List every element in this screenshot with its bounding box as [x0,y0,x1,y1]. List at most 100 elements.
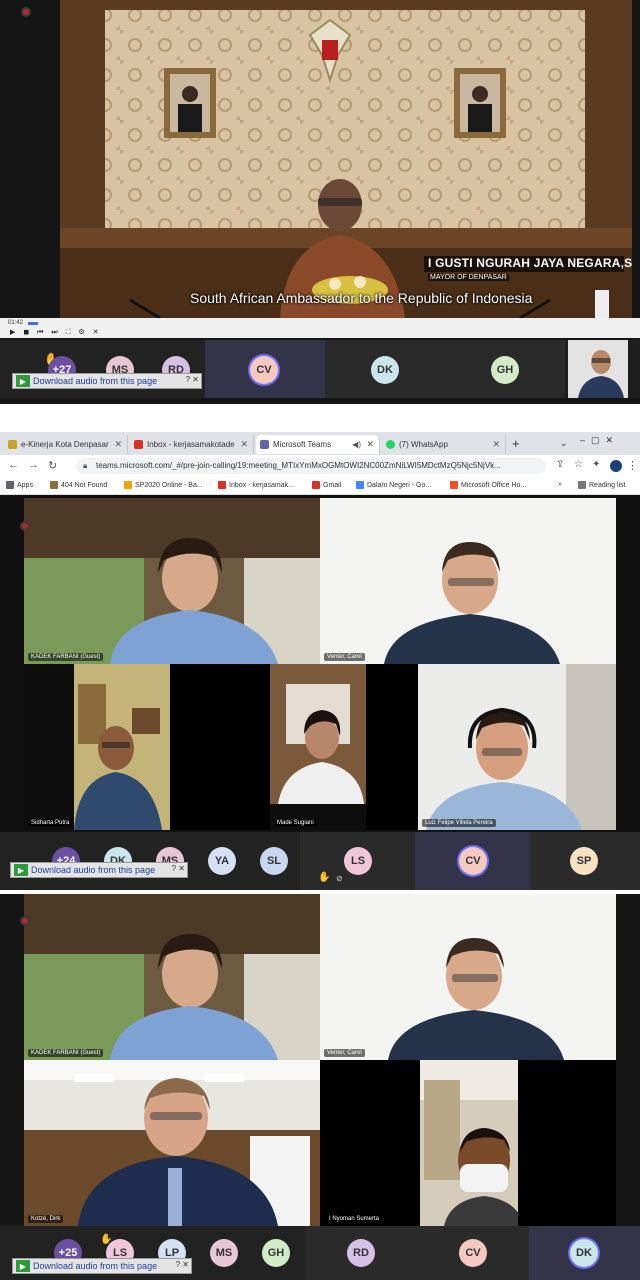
browser-tab[interactable]: e-Kinerja Kota Denpasar ✕ [4,435,128,454]
close-tab-icon[interactable]: ✕ [366,439,374,450]
bookmark-item[interactable]: Microsoft Office Ho... [450,481,526,489]
player-time: 01:42 [8,320,24,326]
whatsapp-icon [386,440,395,449]
recording-indicator-icon [20,916,30,926]
close-tab-icon[interactable]: ✕ [240,439,248,450]
browser-chrome: e-Kinerja Kota Denpasar ✕ Inbox - kerjas… [0,432,640,495]
presentation-video: I GUSTI NGURAH JAYA NEGARA,SE. MAYOR OF … [60,0,632,318]
participant-avatar[interactable]: YA [208,847,236,875]
profile-avatar[interactable] [610,460,622,472]
address-row: ← → ↻ 🔒︎ teams.microsoft.com/_#/pre-join… [0,455,640,477]
participant-cell: RD [305,1226,417,1280]
participant-cell: DK [325,340,445,398]
participant-cell: CV [415,832,530,890]
participant-avatar[interactable]: SL [260,847,288,875]
participant-bar: +24 DK MS YA SL LS ✋ ⊘ CV SP [0,832,640,890]
bookmark-item[interactable]: Gmail [312,481,341,489]
close-tab-icon[interactable]: ✕ [114,439,122,450]
close-tab-icon[interactable]: ✕ [492,439,500,450]
participant-group: ✋ +27 MS RD [0,340,205,398]
browser-tab[interactable]: Inbox - kerjasamakotade ✕ [130,435,254,454]
participant-name-tag: KADEK FARBANI (Guest) [28,653,104,661]
subtitle-caption: South African Ambassador to the Republic… [190,290,533,306]
video-tile[interactable]: KADEK FARBANI (Guest) [24,498,320,664]
video-tile[interactable]: Sidharta Putra [24,664,170,830]
bookmark-item[interactable]: 404 Not Found [50,481,107,489]
participant-name-tag: Made Sugiani [274,819,317,827]
participant-avatar[interactable]: SP [570,847,598,875]
help-close-icon[interactable]: ? ✕ [186,375,199,384]
participant-group: +24 DK MS YA SL [0,832,300,890]
tab-label: (7) WhatsApp [399,440,448,449]
help-close-icon[interactable]: ? ✕ [176,1260,189,1269]
participant-cell: CV [205,340,325,398]
participant-name-tag: Kotzé, Dirk [28,1215,64,1223]
address-bar[interactable]: 🔒︎ teams.microsoft.com/_#/pre-join-calli… [76,458,546,474]
back-icon[interactable]: ← [8,459,19,471]
participant-cell: CV [417,1226,529,1280]
participant-avatar[interactable]: CV [459,847,487,875]
browser-tab[interactable]: (7) WhatsApp ✕ [382,435,506,454]
lower-third-title: MAYOR OF DENPASAR [428,274,509,281]
more-bookmarks-icon[interactable]: » [558,481,562,488]
gmail-icon [312,481,320,489]
bookmark-apps[interactable]: Apps [6,481,33,489]
participant-bar: ✋ +27 MS RD CV DK GH [0,340,640,398]
reading-list[interactable]: Reading list [578,481,626,489]
play-icon: ▶ [14,864,28,876]
media-player-controls[interactable]: 01:42 ▶ ◼ ⏮ ⏭ ⛶ ⚙ ✕ [0,318,640,338]
video-tile[interactable]: Luiz Felipe Villela Pereira [418,664,616,830]
participant-name-tag: KADEK FARBANI (Guest) [28,1049,104,1057]
download-audio-button[interactable]: ▶ Download audio from this page ? ✕ [12,1258,192,1274]
tab-search-icon[interactable]: ⌄ [560,438,568,449]
bookmarks-bar: Apps 404 Not Found SP2020 Online - Ba...… [0,477,640,495]
participant-avatar[interactable]: GH [491,356,519,384]
download-audio-button[interactable]: ▶ Download audio from this page ? ✕ [12,373,202,389]
bookmark-icon [124,481,132,489]
menu-icon[interactable]: ⋮ [627,459,638,472]
ekinerja-icon [8,440,17,449]
video-tile-empty: I Nyoman Sumerta [320,1060,420,1226]
reload-icon[interactable]: ↻ [48,459,57,472]
new-tab-button[interactable]: + [512,436,520,451]
video-tile[interactable] [420,1060,518,1226]
participant-avatar[interactable]: GH [262,1239,290,1267]
participant-avatar[interactable]: MS [210,1239,238,1267]
bookmark-item[interactable]: Dalam Negeri - Go... [356,481,431,489]
tab-label: Microsoft Teams [273,440,332,449]
tab-label: e-Kinerja Kota Denpasar [21,440,109,449]
download-audio-label: Download audio from this page [33,1261,158,1271]
video-tile[interactable]: Made Sugiani [270,664,366,830]
video-tile[interactable]: Kotzé, Dirk [24,1060,320,1226]
participant-avatar[interactable]: DK [371,356,399,384]
bookmark-item[interactable]: SP2020 Online - Ba... [124,481,203,489]
recording-indicator-icon [20,521,30,531]
window-controls[interactable]: –▢✕ [580,435,619,446]
participant-name-tag: I Nyoman Sumerta [326,1215,383,1223]
player-progress[interactable] [28,322,38,325]
gmail-icon [134,440,143,449]
participant-avatar[interactable]: LS [344,847,372,875]
bookmark-star-icon[interactable]: ☆ [574,459,583,470]
browser-tab-active[interactable]: Microsoft Teams ◀) ✕ [256,435,380,454]
video-tile[interactable]: Venter, Carel [320,498,616,664]
help-close-icon[interactable]: ? ✕ [172,864,185,873]
download-audio-label: Download audio from this page [33,376,158,386]
share-icon[interactable]: ⇪ [556,459,564,470]
participant-avatar[interactable]: DK [570,1239,598,1267]
download-audio-button[interactable]: ▶ Download audio from this page ? ✕ [10,862,188,878]
bookmark-item[interactable]: Inbox - kerjasamak... [218,481,294,489]
lock-icon: 🔒︎ [83,461,88,470]
participant-avatar[interactable]: RD [347,1239,375,1267]
audio-playing-icon[interactable]: ◀) [352,440,361,449]
screenshot-panel-2: e-Kinerja Kota Denpasar ✕ Inbox - kerjas… [0,432,640,890]
extensions-icon[interactable]: ✦ [592,459,600,470]
forward-icon[interactable]: → [28,459,39,471]
video-tile[interactable]: KADEK FARBANI (Guest) [24,894,320,1060]
video-tile-empty [518,1060,616,1226]
self-video-thumbnail [568,340,628,398]
player-buttons[interactable]: ▶ ◼ ⏮ ⏭ ⛶ ⚙ ✕ [10,328,102,337]
participant-avatar[interactable]: CV [250,356,278,384]
participant-avatar[interactable]: CV [459,1239,487,1267]
video-tile[interactable]: Venter, Carel [320,894,616,1060]
